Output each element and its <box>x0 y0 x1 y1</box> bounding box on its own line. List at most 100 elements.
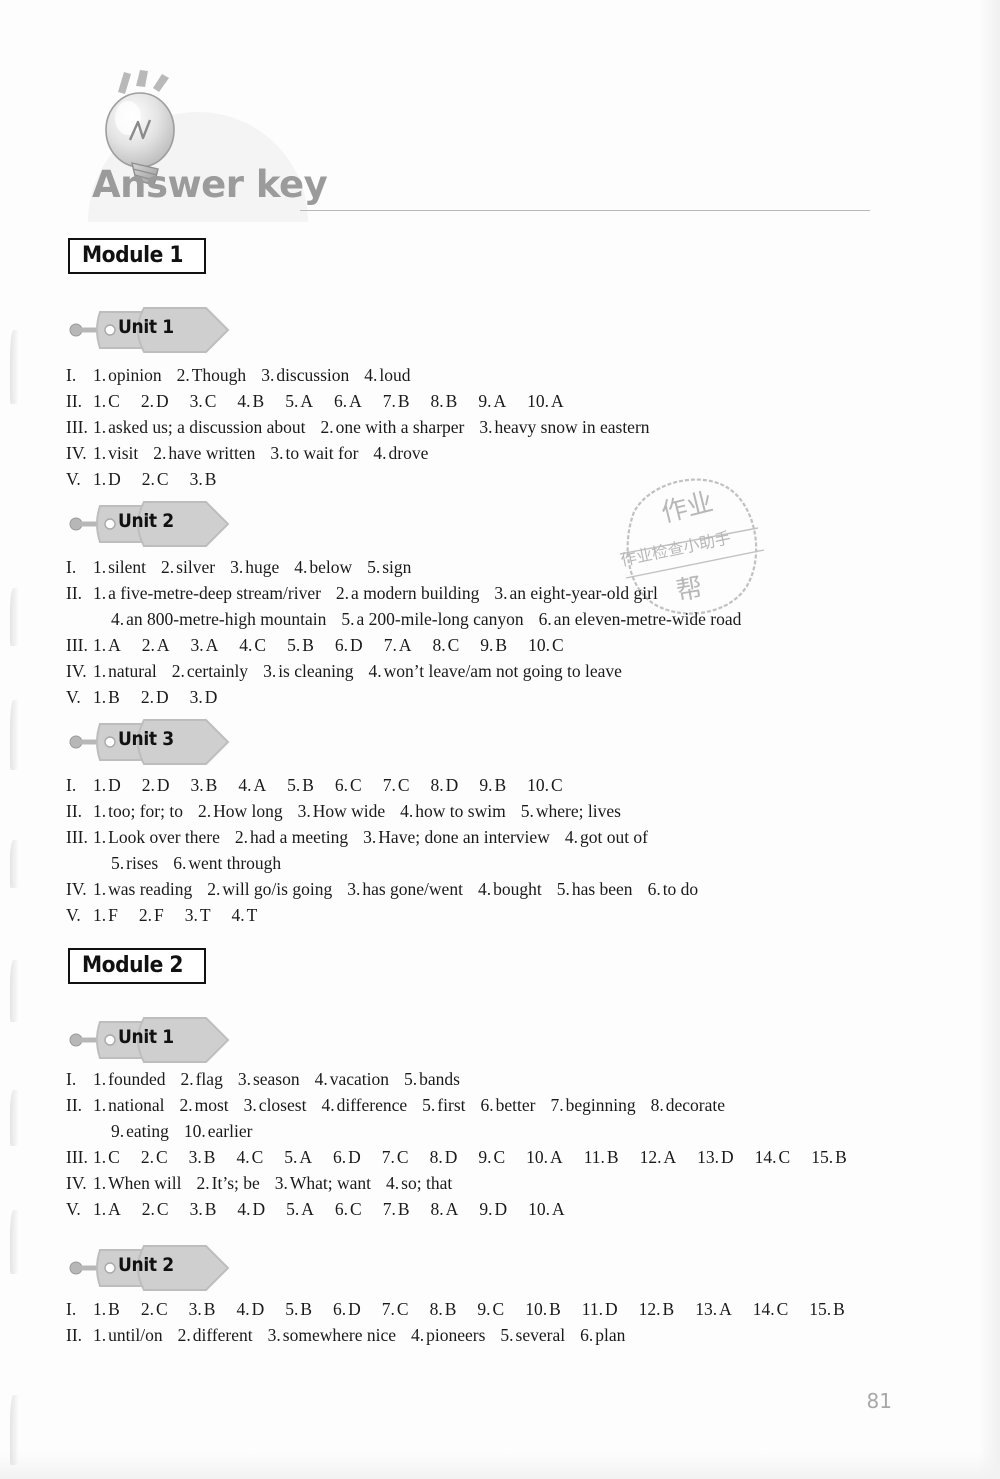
answer-item-text: D <box>252 1199 266 1219</box>
answer-item: 4. D <box>237 1196 265 1222</box>
answer-item-number: 4. <box>238 775 252 795</box>
answer-item-number: 8. <box>430 391 444 411</box>
answer-item-text: earlier <box>207 1121 253 1141</box>
answer-item: 1. too; for; to <box>93 798 183 824</box>
answer-row-items: 1. a five-metre-deep stream/river 2. a mode… <box>93 580 896 606</box>
answer-item-number: 5. <box>287 775 301 795</box>
answer-item-text: opinion <box>108 365 162 385</box>
answer-item-number: 6. <box>647 879 661 899</box>
answer-row: II. 1. until/on 2. different 3. somewhere nice… <box>66 1322 896 1348</box>
answer-item-number: 3. <box>190 635 204 655</box>
answer-item-text: C <box>350 775 362 795</box>
answer-item-text: C <box>776 1299 789 1319</box>
answer-item: 6. D <box>333 1144 361 1170</box>
answer-item: 4. an 800-metre-high mountain <box>111 606 326 632</box>
answer-item: 2. C <box>142 466 169 492</box>
answer-item-text: A <box>551 391 564 411</box>
answer-item-number: 4. <box>239 635 253 655</box>
answer-item: 2. had a meeting <box>235 824 348 850</box>
answer-item: 6. plan <box>580 1322 625 1348</box>
answer-item-text: better <box>495 1095 536 1115</box>
answer-item-number: 3. <box>237 1069 251 1089</box>
answer-row: II. 1. a five-metre-deep stream/river 2. a m… <box>66 580 896 606</box>
answer-item-number: 6. <box>333 1147 347 1167</box>
answer-row-numeral: I. <box>66 1299 77 1319</box>
answer-item: 4. D <box>236 1296 264 1322</box>
answer-item-number: 9. <box>111 1121 125 1141</box>
answer-item-text: B <box>835 1147 847 1167</box>
answer-item: 13. A <box>695 1296 732 1322</box>
answer-item: 5. a 200-mile-long canyon <box>341 606 523 632</box>
answer-item-number: 4. <box>237 1199 251 1219</box>
answer-row-items: 1. D 2. C 3. B <box>93 466 896 492</box>
answer-row-items: 1. A 2. A 3. A 4. C 5. B 6. D 7. A 8. C 9. B 10. C <box>93 632 896 658</box>
answer-row: I. 1. D 2. D 3. B 4. A 5. B 6. C 7. C 8. D 9. B 10. C <box>66 772 896 798</box>
answer-item-number: 3. <box>297 801 311 821</box>
binding-mark <box>10 330 19 404</box>
answer-item-text: D <box>721 1147 734 1167</box>
answer-item: 10. A <box>527 388 564 414</box>
answer-row-items: 4. an 800-metre-high mountain 5. a 200-mile… <box>93 606 896 632</box>
answer-item-text: C <box>155 1147 168 1167</box>
answer-item-number: 2. <box>171 661 185 681</box>
answer-item: 1. A <box>93 632 121 658</box>
answer-item-number: 1. <box>93 557 107 577</box>
answer-block: I. 1. founded 2. flag 3. season 4. vacation 5. ban… <box>66 1066 896 1222</box>
answer-item-text: sign <box>382 557 412 577</box>
answer-item-number: 1. <box>93 879 107 899</box>
unit-label: Unit 3 <box>118 728 174 750</box>
unit-label: Unit 1 <box>118 1026 174 1048</box>
answer-item-number: 3. <box>188 1299 202 1319</box>
answer-item: 3. B <box>189 1144 216 1170</box>
answer-item-text: B <box>549 1299 561 1319</box>
answer-item: 5. sign <box>367 554 411 580</box>
answer-item-text: season <box>252 1069 300 1089</box>
answer-item: 10. B <box>525 1296 561 1322</box>
answer-item-number: 4. <box>386 1173 400 1193</box>
answer-item-number: 7. <box>382 1199 396 1219</box>
answer-item-number: 1. <box>93 583 107 603</box>
answer-row: 4. an 800-metre-high mountain 5. a 200-mile… <box>66 606 896 632</box>
answer-item-number: 4. <box>477 879 492 899</box>
answer-item: 8. D <box>430 1144 458 1170</box>
answer-item-number: 5. <box>556 879 570 899</box>
title-divider <box>300 210 870 211</box>
answer-item-text: C <box>492 1299 505 1319</box>
answer-item-number: 3. <box>190 775 204 795</box>
answer-item-text: one with a sharper <box>335 417 465 437</box>
answer-item-number: 3. <box>494 583 508 603</box>
answer-item: 1. opinion <box>93 362 162 388</box>
answer-item-number: 2. <box>197 801 212 821</box>
answer-item: 3. huge <box>230 554 279 580</box>
unit-badge: Unit 1 <box>66 302 256 358</box>
answer-item-text: C <box>108 391 120 411</box>
answer-item-text: natural <box>108 661 157 681</box>
answer-item-number: 1. <box>93 1173 107 1193</box>
answer-item-text: C <box>254 635 267 655</box>
answer-item: 5. first <box>422 1092 465 1118</box>
answer-row: 9. eating 10. earlier <box>66 1118 896 1144</box>
answer-item-text: D <box>444 1147 458 1167</box>
answer-item-text: a 200-mile-long canyon <box>356 609 524 629</box>
answer-item-number: 1. <box>93 1325 107 1345</box>
answer-item-number: 2. <box>177 1325 191 1345</box>
answer-item-text: B <box>108 687 120 707</box>
answer-item-text: C <box>204 391 217 411</box>
answer-item: 6. to do <box>648 876 699 902</box>
answer-item-text: a modern building <box>351 583 480 603</box>
answer-item-number: 8. <box>650 1095 664 1115</box>
answer-item-text: how to swim <box>415 801 506 821</box>
answer-item-text: How wide <box>312 801 386 821</box>
answer-item-number: 10. <box>527 391 549 411</box>
answer-item: 1. natural <box>93 658 157 684</box>
answer-item-text: below <box>309 557 353 577</box>
answer-row-items: 9. eating 10. earlier <box>93 1118 896 1144</box>
answer-item-number: 1. <box>93 775 107 795</box>
answer-item-text: first <box>437 1095 466 1115</box>
answer-item: 1. When will <box>93 1170 182 1196</box>
answer-item-text: D <box>155 687 169 707</box>
answer-item: 4. drove <box>373 440 428 466</box>
answer-item-number: 2. <box>320 417 334 437</box>
answer-row-items: 1. opinion 2. Though 3. discussion 4. loud <box>93 362 896 388</box>
answer-item: 3. to wait for <box>270 440 358 466</box>
